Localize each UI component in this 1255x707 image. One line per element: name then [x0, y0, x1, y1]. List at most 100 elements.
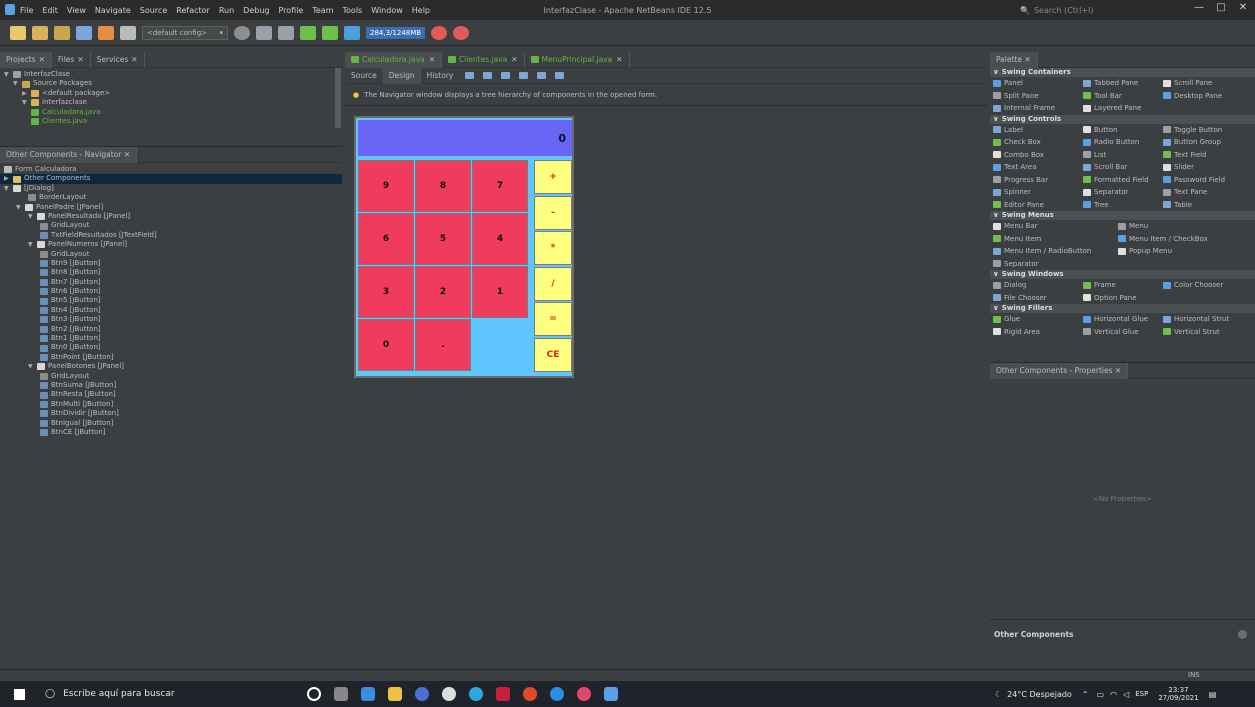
menu-debug[interactable]: Debug [243, 6, 269, 15]
palette-item-progress-bar[interactable]: Progress Bar [993, 174, 1083, 187]
navigator-item[interactable]: BtnMulti [JButton] [0, 400, 342, 409]
close-icon[interactable]: ✕ [131, 55, 137, 64]
navigator-item[interactable]: Btn9 [JButton] [0, 259, 342, 268]
app-icon[interactable] [577, 687, 591, 701]
close-icon[interactable]: ✕ [39, 55, 45, 64]
navigator-item[interactable]: BtnIgual [JButton] [0, 419, 342, 428]
profiler-snapshot-icon[interactable] [453, 25, 470, 40]
app-icon[interactable] [415, 687, 429, 701]
palette-item-password-field[interactable]: Password Field [1163, 174, 1243, 187]
calc-button-clear[interactable]: CE [534, 337, 572, 372]
calc-button-point[interactable]: . [415, 319, 471, 371]
menu-edit[interactable]: Edit [42, 6, 58, 15]
chrome-icon[interactable] [523, 687, 537, 701]
project-tree-item[interactable]: ▼ interfazclase [0, 98, 342, 107]
palette-section-header[interactable]: ∨ Swing Windows [990, 270, 1255, 279]
palette-item-frame[interactable]: Frame [1083, 279, 1163, 292]
close-icon[interactable]: ✕ [511, 55, 517, 64]
calculator-form[interactable]: 0 9 8 7 6 5 4 3 2 1 0. + - * / = CE [354, 116, 574, 378]
run-icon[interactable] [300, 25, 316, 40]
project-tree-item[interactable]: Clientes.java [0, 117, 342, 126]
align-center-icon[interactable] [483, 72, 493, 79]
wifi-icon[interactable]: ◠ [1110, 690, 1117, 699]
subtab-design[interactable]: Design [382, 67, 421, 84]
navigator-item[interactable]: ▼ PanelPadre [JPanel] [0, 203, 342, 212]
menu-refactor[interactable]: Refactor [176, 6, 210, 15]
minimize-button[interactable]: — [1190, 2, 1208, 18]
palette-item-vertical-glue[interactable]: Vertical Glue [1083, 326, 1163, 339]
palette-item-menu[interactable]: Menu [1118, 220, 1243, 233]
palette-item-toggle-button[interactable]: Toggle Button [1163, 124, 1243, 137]
subtab-source[interactable]: Source [345, 68, 383, 84]
palette-item-popup-menu[interactable]: Popup Menu [1118, 245, 1243, 258]
app-icon[interactable] [496, 687, 510, 701]
calc-button-7[interactable]: 7 [472, 160, 528, 212]
navigator-item[interactable]: BorderLayout [0, 193, 342, 202]
open-project-icon[interactable] [54, 25, 70, 40]
close-icon[interactable]: ✕ [429, 55, 435, 64]
navigator-item[interactable]: Btn1 [JButton] [0, 334, 342, 343]
navigator-item[interactable]: ▼ [JDialog] [0, 184, 342, 193]
palette-item-table[interactable]: Table [1163, 199, 1243, 212]
menu-file[interactable]: File [20, 6, 33, 15]
navigator-item[interactable]: BtnSuma [JButton] [0, 381, 342, 390]
design-canvas[interactable]: 0 9 8 7 6 5 4 3 2 1 0. + - * / = CE [345, 112, 987, 669]
taskbar-search[interactable]: ◯ Escribe aquí para buscar [37, 681, 257, 707]
redo-icon[interactable] [120, 25, 136, 40]
palette-item-slider[interactable]: Slider [1163, 161, 1243, 174]
memory-indicator[interactable]: 284,3/1248MB [366, 26, 426, 39]
chevron-down-icon[interactable]: ▼ [13, 79, 20, 88]
close-button[interactable]: ✕ [1234, 2, 1252, 18]
calc-button-2[interactable]: 2 [415, 266, 471, 318]
palette-item-separator[interactable]: Separator [993, 258, 1118, 271]
menu-profile[interactable]: Profile [278, 6, 303, 15]
palette-item-menu-item-radiobutton[interactable]: Menu Item / RadioButton [993, 245, 1118, 258]
navigator-item[interactable]: ▼ PanelResultado [JPanel] [0, 212, 342, 221]
navigator-item[interactable]: Btn2 [JButton] [0, 325, 342, 334]
chevron-down-icon[interactable]: ▼ [4, 184, 11, 193]
palette-item-tree[interactable]: Tree [1083, 199, 1163, 212]
calc-button-sum[interactable]: + [534, 160, 572, 194]
windows-start-icon[interactable] [14, 688, 25, 700]
calc-button-5[interactable]: 5 [415, 213, 471, 265]
file-explorer-icon[interactable] [388, 687, 402, 701]
calc-button-equals[interactable]: = [534, 302, 572, 336]
menu-team[interactable]: Team [312, 6, 333, 15]
maximize-button[interactable]: □ [1212, 2, 1230, 18]
menu-window[interactable]: Window [371, 6, 403, 15]
anchor-icon[interactable] [519, 72, 529, 79]
menu-view[interactable]: View [67, 6, 86, 15]
palette-item-color-chooser[interactable]: Color Chooser [1163, 279, 1243, 292]
config-select[interactable]: <default config> ▾ [142, 25, 228, 40]
palette-item-split-pane[interactable]: Split Pane [993, 90, 1083, 103]
subtab-history[interactable]: History [421, 68, 460, 84]
palette-item-dialog[interactable]: Dialog [993, 279, 1083, 292]
navigator-item[interactable]: Btn5 [JButton] [0, 296, 342, 305]
telegram-icon[interactable] [550, 687, 564, 701]
palette-item-file-chooser[interactable]: File Chooser [993, 292, 1083, 305]
tab-projects[interactable]: Projects ✕ [0, 51, 52, 68]
editor-tab-clientes[interactable]: Clientes.java ✕ [442, 51, 525, 68]
navigator-item[interactable]: Btn4 [JButton] [0, 306, 342, 315]
clock[interactable]: 23:37 27/09/2021 [1158, 686, 1198, 702]
calc-button-9[interactable]: 9 [358, 160, 414, 212]
palette-item-button-group[interactable]: Button Group [1163, 136, 1243, 149]
palette-item-tool-bar[interactable]: Tool Bar [1083, 90, 1163, 103]
palette-item-text-pane[interactable]: Text Pane [1163, 186, 1243, 199]
menu-navigate[interactable]: Navigate [95, 6, 131, 15]
calc-button-0[interactable]: 0 [358, 319, 414, 371]
tab-services[interactable]: Services ✕ [91, 51, 145, 68]
task-view-icon[interactable] [334, 687, 348, 701]
chevron-down-icon[interactable]: ▼ [28, 240, 35, 249]
editor-tab-calculadora[interactable]: Calculadora.java ✕ [345, 51, 442, 68]
palette-item-layered-pane[interactable]: Layered Pane [1083, 102, 1163, 115]
gc-icon[interactable] [431, 25, 448, 40]
navigator-item[interactable]: ▶ Other Components [0, 174, 342, 184]
palette-item-radio-button[interactable]: Radio Button [1083, 136, 1163, 149]
chevron-down-icon[interactable]: ▼ [28, 362, 35, 371]
palette-item-scroll-pane[interactable]: Scroll Pane [1163, 77, 1243, 90]
navigator-item[interactable]: Btn8 [JButton] [0, 268, 342, 277]
close-icon[interactable]: ✕ [77, 55, 83, 64]
menu-help[interactable]: Help [412, 6, 430, 15]
palette-item-horizontal-glue[interactable]: Horizontal Glue [1083, 313, 1163, 326]
